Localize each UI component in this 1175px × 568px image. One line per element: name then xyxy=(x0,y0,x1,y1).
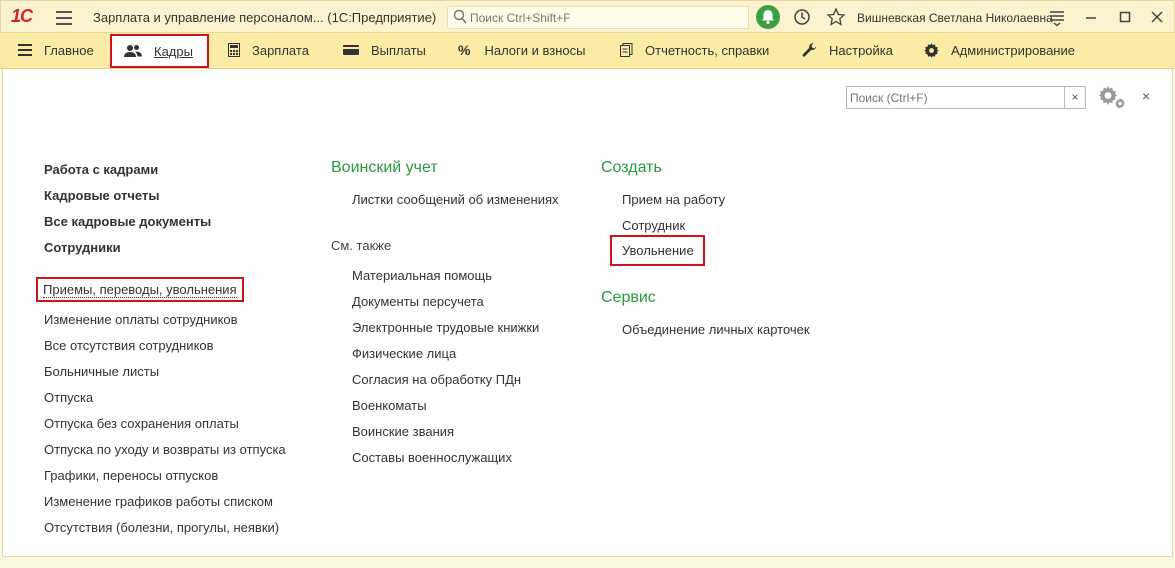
current-user[interactable]: Вишневская Светлана Николаевна xyxy=(857,11,1053,25)
heading-service: Сервис xyxy=(601,289,656,306)
maximize-icon[interactable] xyxy=(1115,7,1135,27)
calculator-icon xyxy=(228,43,240,57)
gear-icon xyxy=(924,42,939,58)
notifications-bell-icon[interactable] xyxy=(756,5,780,29)
link-military-staff[interactable]: Составы военнослужащих xyxy=(352,450,512,465)
link-schedule-changes[interactable]: Изменение графиков работы списком xyxy=(44,494,273,509)
section-main[interactable]: Главное xyxy=(18,33,94,67)
history-icon[interactable] xyxy=(792,7,812,27)
section-main-label: Главное xyxy=(44,42,94,58)
heading-create: Создать xyxy=(601,159,662,176)
link-vacations[interactable]: Отпуска xyxy=(44,390,93,405)
sections-bar: Главное Кадры Зарплата Выплаты % Налоги … xyxy=(0,33,1175,69)
panel-close-button[interactable]: × xyxy=(1142,88,1150,104)
link-hr-reports[interactable]: Кадровые отчеты xyxy=(44,188,159,203)
section-salary[interactable]: Зарплата xyxy=(228,33,309,67)
wallet-icon xyxy=(343,45,359,55)
link-pay-changes[interactable]: Изменение оплаты сотрудников xyxy=(44,312,238,327)
link-all-hr-documents[interactable]: Все кадровые документы xyxy=(44,214,211,229)
search-icon xyxy=(453,9,467,24)
link-employees[interactable]: Сотрудники xyxy=(44,240,121,255)
link-unpaid-vacations[interactable]: Отпуска без сохранения оплаты xyxy=(44,416,239,431)
section-settings-label: Настройка xyxy=(829,42,893,58)
documents-icon xyxy=(620,43,633,57)
link-absences[interactable]: Отсутствия (болезни, прогулы, неявки) xyxy=(44,520,279,535)
panel-search[interactable] xyxy=(846,86,1066,109)
hamburger-icon xyxy=(18,44,32,56)
people-icon xyxy=(124,45,142,57)
link-all-absences[interactable]: Все отсутствия сотрудников xyxy=(44,338,214,353)
link-individuals[interactable]: Физические лица xyxy=(352,346,456,361)
heading-see-also: См. также xyxy=(331,238,392,253)
title-bar: 1С Зарплата и управление персоналом... (… xyxy=(0,0,1175,33)
link-hr-work[interactable]: Работа с кадрами xyxy=(44,162,158,177)
section-settings[interactable]: Настройка xyxy=(802,33,893,67)
link-sick-leaves[interactable]: Больничные листы xyxy=(44,364,159,379)
section-taxes[interactable]: % Налоги и взносы xyxy=(458,33,586,67)
section-payments[interactable]: Выплаты xyxy=(343,33,426,67)
heading-military: Воинский учет xyxy=(331,159,438,176)
link-military-offices[interactable]: Военкоматы xyxy=(352,398,427,413)
section-hr[interactable]: Кадры xyxy=(110,34,209,68)
link-create-dismissal[interactable]: Увольнение xyxy=(610,235,705,266)
link-create-hire[interactable]: Прием на работу xyxy=(622,192,725,207)
minimize-icon[interactable] xyxy=(1081,7,1101,27)
panel-settings-gear-icon[interactable] xyxy=(1097,84,1127,110)
link-parental-leave[interactable]: Отпуска по уходу и возвраты из отпуска xyxy=(44,442,286,457)
link-pd-consents[interactable]: Согласия на обработку ПДн xyxy=(352,372,521,387)
wrench-icon xyxy=(802,42,816,57)
global-search[interactable] xyxy=(447,6,749,29)
link-hires-transfers-dismissals[interactable]: Приемы, переводы, увольнения xyxy=(36,277,244,302)
section-admin-label: Администрирование xyxy=(951,42,1075,58)
global-search-input[interactable] xyxy=(470,9,740,26)
link-merge-personal-cards[interactable]: Объединение личных карточек xyxy=(622,322,810,337)
panel-search-input[interactable] xyxy=(850,89,1060,106)
favorites-star-icon[interactable] xyxy=(826,7,846,27)
app-logo: 1С xyxy=(11,6,33,26)
link-hires-transfers-dismissals-label: Приемы, переводы, увольнения xyxy=(43,282,237,298)
percent-icon: % xyxy=(458,42,471,58)
section-reports-label: Отчетность, справки xyxy=(645,42,770,58)
link-create-employee[interactable]: Сотрудник xyxy=(622,218,685,233)
search-clear-button[interactable]: × xyxy=(1064,86,1086,109)
section-payments-label: Выплаты xyxy=(371,42,426,58)
section-taxes-label: Налоги и взносы xyxy=(484,42,586,58)
window-title: Зарплата и управление персоналом... (1С:… xyxy=(93,10,437,25)
settings-menu-icon[interactable] xyxy=(1047,7,1067,27)
main-menu-icon[interactable] xyxy=(56,11,72,25)
link-personal-accounting-docs[interactable]: Документы перс­учета xyxy=(352,294,484,309)
link-military-ranks[interactable]: Воинские звания xyxy=(352,424,454,439)
section-hr-label: Кадры xyxy=(154,43,193,59)
close-window-icon[interactable] xyxy=(1147,7,1167,27)
link-material-aid[interactable]: Материальная помощь xyxy=(352,268,492,283)
link-vacation-schedules[interactable]: Графики, переносы отпусков xyxy=(44,468,218,483)
link-change-notices[interactable]: Листки сообщений об изменениях xyxy=(352,192,559,207)
section-admin[interactable]: Администрирование xyxy=(924,33,1075,67)
section-salary-label: Зарплата xyxy=(252,42,309,58)
link-electronic-work-books[interactable]: Электронные трудовые книжки xyxy=(352,320,539,335)
section-reports[interactable]: Отчетность, справки xyxy=(620,33,769,67)
